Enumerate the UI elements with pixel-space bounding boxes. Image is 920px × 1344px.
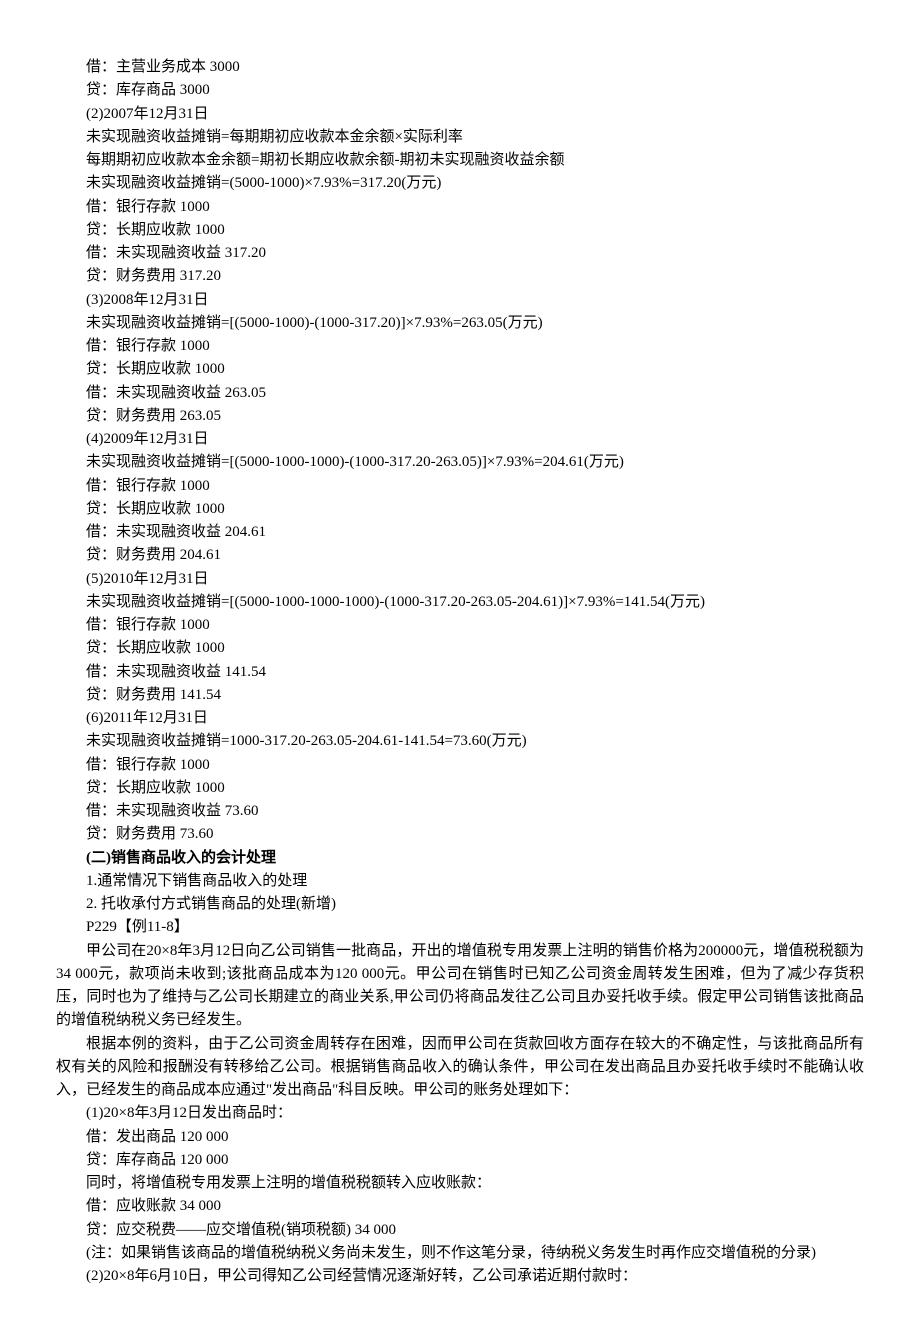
text-line: 借：未实现融资收益 317.20 [56, 242, 864, 265]
document-page: 借：主营业务成本 3000贷：库存商品 3000(2)2007年12月31日未实… [0, 0, 920, 1344]
text-line: P229【例11-8】 [56, 916, 864, 939]
text-line: 贷：财务费用 317.20 [56, 265, 864, 288]
text-line: (6)2011年12月31日 [56, 707, 864, 730]
text-line: 每期期初应收款本金余额=期初长期应收款余额-期初未实现融资收益余额 [56, 149, 864, 172]
text-line: (2)2007年12月31日 [56, 103, 864, 126]
text-line: 贷：财务费用 204.61 [56, 544, 864, 567]
text-line: 借：主营业务成本 3000 [56, 56, 864, 79]
text-line: (二)销售商品收入的会计处理 [56, 847, 864, 870]
text-line: 借：银行存款 1000 [56, 335, 864, 358]
text-line: (1)20×8年3月12日发出商品时： [56, 1102, 864, 1125]
text-line: 甲公司在20×8年3月12日向乙公司销售一批商品，开出的增值税专用发票上注明的销… [56, 940, 864, 1033]
text-line: 贷：长期应收款 1000 [56, 637, 864, 660]
text-line: 贷：库存商品 120 000 [56, 1149, 864, 1172]
text-line: 借：银行存款 1000 [56, 754, 864, 777]
text-line: 未实现融资收益摊销=(5000-1000)×7.93%=317.20(万元) [56, 172, 864, 195]
text-line: (注：如果销售该商品的增值税纳税义务尚未发生，则不作这笔分录，待纳税义务发生时再… [56, 1242, 864, 1265]
text-line: 未实现融资收益摊销=[(5000-1000-1000)-(1000-317.20… [56, 451, 864, 474]
text-line: 贷：财务费用 73.60 [56, 823, 864, 846]
text-line: 借：未实现融资收益 73.60 [56, 800, 864, 823]
text-line: (4)2009年12月31日 [56, 428, 864, 451]
text-line: 借：未实现融资收益 263.05 [56, 382, 864, 405]
text-line: 2. 托收承付方式销售商品的处理(新增) [56, 893, 864, 916]
text-line: 借：银行存款 1000 [56, 614, 864, 637]
text-line: 贷：长期应收款 1000 [56, 498, 864, 521]
text-line: 贷：库存商品 3000 [56, 79, 864, 102]
document-body: 借：主营业务成本 3000贷：库存商品 3000(2)2007年12月31日未实… [56, 56, 864, 1288]
text-line: 贷：应交税费——应交增值税(销项税额) 34 000 [56, 1219, 864, 1242]
text-line: 借：银行存款 1000 [56, 196, 864, 219]
text-line: 借：发出商品 120 000 [56, 1126, 864, 1149]
text-line: 贷：财务费用 141.54 [56, 684, 864, 707]
text-line: 未实现融资收益摊销=每期期初应收款本金余额×实际利率 [56, 126, 864, 149]
text-line: 未实现融资收益摊销=1000-317.20-263.05-204.61-141.… [56, 730, 864, 753]
text-line: 借：未实现融资收益 141.54 [56, 661, 864, 684]
text-line: (2)20×8年6月10日，甲公司得知乙公司经营情况逐渐好转，乙公司承诺近期付款… [56, 1265, 864, 1288]
text-line: 贷：长期应收款 1000 [56, 219, 864, 242]
text-line: 未实现融资收益摊销=[(5000-1000-1000-1000)-(1000-3… [56, 591, 864, 614]
text-line: 根据本例的资料，由于乙公司资金周转存在困难，因而甲公司在货款回收方面存在较大的不… [56, 1033, 864, 1103]
text-line: 贷：长期应收款 1000 [56, 777, 864, 800]
text-line: 同时，将增值税专用发票上注明的增值税税额转入应收账款： [56, 1172, 864, 1195]
text-line: 贷：长期应收款 1000 [56, 358, 864, 381]
text-line: (3)2008年12月31日 [56, 289, 864, 312]
text-line: 借：银行存款 1000 [56, 475, 864, 498]
text-line: (5)2010年12月31日 [56, 568, 864, 591]
text-line: 贷：财务费用 263.05 [56, 405, 864, 428]
text-line: 借：应收账款 34 000 [56, 1195, 864, 1218]
text-line: 未实现融资收益摊销=[(5000-1000)-(1000-317.20)]×7.… [56, 312, 864, 335]
text-line: 1.通常情况下销售商品收入的处理 [56, 870, 864, 893]
text-line: 借：未实现融资收益 204.61 [56, 521, 864, 544]
